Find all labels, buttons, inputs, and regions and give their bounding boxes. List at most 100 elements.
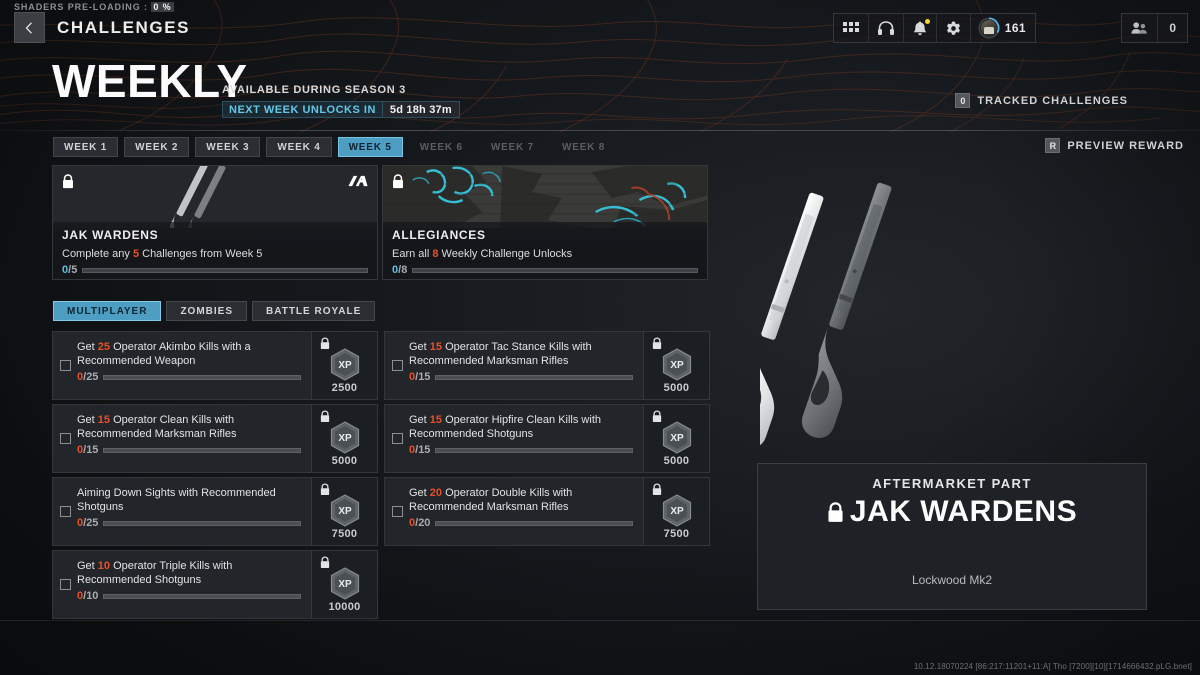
reward-card-1[interactable]: JAK WARDENS Complete any 5 Challenges fro…	[52, 165, 378, 280]
challenge-post: Aiming Down Sights with Recommended Shot…	[77, 487, 276, 513]
week-tab-4[interactable]: WEEK 4	[266, 137, 332, 157]
reward-card-2[interactable]: ALLEGIANCES Earn all 8 Weekly Challenge U…	[382, 165, 708, 280]
hero-title: WEEKLY	[52, 55, 248, 107]
tracked-challenges-action[interactable]: 0 TRACKED CHALLENGES	[955, 93, 1128, 108]
preview-reward-action[interactable]: R PREVIEW REWARD	[1045, 138, 1184, 153]
mode-tab-label: BATTLE ROYALE	[266, 305, 362, 317]
challenge-progress-text: 0/20	[409, 517, 430, 529]
challenge-track-checkbox[interactable]	[53, 551, 77, 618]
challenge-row[interactable]: Get 15 Operator Hipfire Clean Kills with…	[384, 404, 710, 473]
week-tab-label: WEEK 6	[419, 141, 463, 153]
challenge-progress-bar	[435, 520, 633, 526]
build-version-string: 10.12.18070224 [86:217:11201+11:A] Tho […	[913, 662, 1192, 671]
week-tab-label: WEEK 7	[490, 141, 534, 153]
week-tab-8[interactable]: WEEK 8	[551, 137, 616, 157]
challenge-pre: Get	[77, 414, 98, 426]
audio-button[interactable]	[869, 14, 904, 42]
svg-text:XP: XP	[338, 506, 352, 517]
notifications-button[interactable]	[904, 14, 937, 42]
mode-tab-multiplayer[interactable]: MULTIPLAYER	[53, 301, 162, 321]
challenge-description: Get 10 Operator Triple Kills with Recomm…	[77, 559, 307, 587]
challenge-lock-icon	[320, 483, 330, 501]
challenge-number: 15	[429, 414, 443, 426]
player-level-button[interactable]: 161	[971, 14, 1035, 42]
back-button[interactable]	[14, 12, 45, 43]
svg-text:XP: XP	[670, 360, 684, 371]
challenge-row[interactable]: Get 10 Operator Triple Kills with Recomm…	[52, 550, 378, 619]
challenge-row[interactable]: Get 15 Operator Tac Stance Kills with Re…	[384, 331, 710, 400]
challenge-progress-text: 0/15	[77, 444, 98, 456]
progress-total: 8	[401, 264, 408, 276]
aftermarket-part-info: AFTERMARKET PART JAK WARDENS Lockwood Mk…	[757, 463, 1147, 610]
week-tab-6[interactable]: WEEK 6	[409, 137, 474, 157]
week-tab-2[interactable]: WEEK 2	[124, 137, 190, 157]
xp-badge-icon: XP	[662, 347, 692, 381]
week-tab-1[interactable]: WEEK 1	[53, 137, 119, 157]
gear-icon	[946, 21, 960, 35]
svg-text:XP: XP	[670, 506, 684, 517]
xp-amount: 10000	[328, 600, 361, 613]
footer-divider	[0, 620, 1200, 621]
headphones-icon	[877, 20, 894, 35]
settings-button[interactable]	[937, 14, 971, 42]
challenge-row[interactable]: Get 20 Operator Double Kills with Recomm…	[384, 477, 710, 546]
challenge-reward: XP 5000	[643, 405, 709, 472]
xp-badge-icon: XP	[330, 566, 360, 600]
challenge-pre: Get	[409, 341, 430, 353]
progress-total: 5	[71, 264, 78, 276]
challenge-description: Aiming Down Sights with Recommended Shot…	[77, 486, 307, 514]
timer-value: 5d 18h 37m	[381, 102, 459, 117]
challenge-description: Get 15 Operator Clean Kills with Recomme…	[77, 413, 307, 441]
lock-icon	[652, 483, 662, 495]
challenge-track-checkbox[interactable]	[53, 405, 77, 472]
challenge-reward: XP 5000	[643, 332, 709, 399]
challenge-body: Get 20 Operator Double Kills with Recomm…	[409, 478, 643, 545]
challenge-progress-bar	[103, 447, 301, 453]
mode-tab-battle-royale[interactable]: BATTLE ROYALE	[252, 301, 376, 321]
challenge-progress-bar	[103, 374, 301, 380]
challenge-row[interactable]: Aiming Down Sights with Recommended Shot…	[52, 477, 378, 546]
challenge-row[interactable]: Get 15 Operator Clean Kills with Recomme…	[52, 404, 378, 473]
tracked-challenges-label: TRACKED CHALLENGES	[977, 94, 1128, 107]
xp-amount: 2500	[331, 381, 358, 394]
lock-icon	[828, 501, 843, 522]
challenge-lock-icon	[320, 556, 330, 574]
checkbox-box	[59, 360, 71, 371]
challenge-track-checkbox[interactable]	[53, 332, 77, 399]
challenge-track-checkbox[interactable]	[385, 332, 409, 399]
challenge-body: Aiming Down Sights with Recommended Shot…	[77, 478, 311, 545]
challenge-progress-text: 0/15	[409, 371, 430, 383]
week-tab-3[interactable]: WEEK 3	[195, 137, 261, 157]
mode-tab-zombies[interactable]: ZOMBIES	[166, 301, 248, 321]
reward-lock-icon	[62, 174, 74, 194]
challenge-lock-icon	[652, 483, 662, 501]
challenge-description: Get 15 Operator Hipfire Clean Kills with…	[409, 413, 639, 441]
challenge-number: 25	[97, 341, 111, 353]
tracked-challenges-keycap: 0	[955, 93, 971, 108]
hud-squad-group: 0	[1121, 13, 1188, 43]
challenge-track-checkbox[interactable]	[385, 478, 409, 545]
xp-badge-icon: XP	[330, 493, 360, 527]
challenge-track-checkbox[interactable]	[53, 478, 77, 545]
week-tab-5[interactable]: WEEK 5	[337, 137, 403, 157]
challenge-body: Get 10 Operator Triple Kills with Recomm…	[77, 551, 311, 618]
reward-card-description: Earn all 8 Weekly Challenge Unlocks	[392, 248, 698, 260]
apps-button[interactable]	[834, 14, 869, 42]
challenge-progress-text: 0/25	[77, 371, 98, 383]
svg-text:XP: XP	[338, 360, 352, 371]
week-tab-7[interactable]: WEEK 7	[480, 137, 545, 157]
challenge-number: 20	[429, 487, 443, 499]
preview-reward-keycap: R	[1045, 138, 1061, 153]
challenge-row[interactable]: Get 25 Operator Akimbo Kills with a Reco…	[52, 331, 378, 400]
desc-pre: Earn all	[392, 248, 433, 260]
challenge-track-checkbox[interactable]	[385, 405, 409, 472]
squad-button[interactable]	[1122, 14, 1159, 42]
grid-apps-icon	[842, 22, 859, 32]
challenge-description: Get 15 Operator Tac Stance Kills with Re…	[409, 340, 639, 368]
aftermarket-part-logo-icon	[347, 174, 369, 193]
mode-tabs: MULTIPLAYER ZOMBIES BATTLE ROYALE	[53, 301, 376, 321]
progress-total: 15	[418, 371, 431, 383]
week-tab-label: WEEK 1	[64, 141, 108, 153]
challenge-list: Get 25 Operator Akimbo Kills with a Reco…	[52, 331, 714, 619]
reward-progress-text: 0/8	[392, 264, 407, 276]
